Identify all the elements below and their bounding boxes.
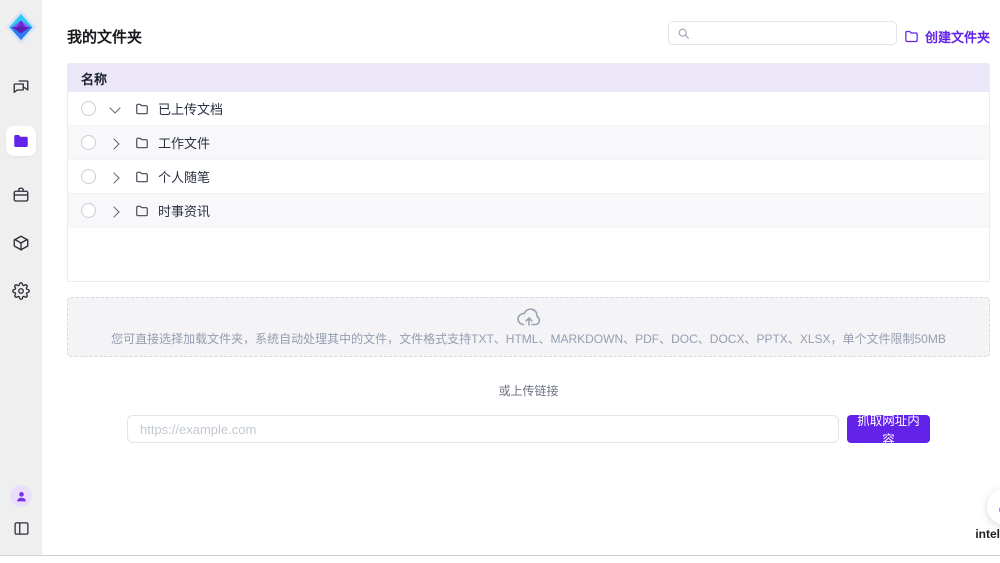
cloud-upload-icon <box>516 307 542 327</box>
folder-icon <box>904 29 919 44</box>
folder-icon <box>135 102 149 116</box>
intel-wordmark: intel <box>975 527 1000 541</box>
chevron-down-icon[interactable] <box>111 105 119 113</box>
name-column-header: 名称 <box>81 69 107 88</box>
folder-icon <box>135 136 149 150</box>
or-upload-link-label: 或上传链接 <box>67 382 990 399</box>
row-checkbox[interactable] <box>81 101 96 116</box>
person-icon <box>15 490 28 503</box>
search-box[interactable] <box>668 21 897 45</box>
folder-icon <box>135 170 149 184</box>
chevron-right-icon[interactable] <box>111 173 119 181</box>
fetch-url-button[interactable]: 抓取网址内容 <box>847 415 930 443</box>
create-folder-label: 创建文件夹 <box>925 27 990 46</box>
table-row[interactable]: 时事资讯 <box>68 194 989 228</box>
chat-icon[interactable] <box>12 78 30 96</box>
search-input[interactable] <box>696 25 896 41</box>
user-avatar[interactable] <box>10 485 32 507</box>
sidebar-nav <box>6 78 36 300</box>
folder-name[interactable]: 已上传文档 <box>158 99 223 118</box>
folder-table: 名称 已上传文档 工作文件 <box>67 63 990 282</box>
table-row[interactable]: 工作文件 <box>68 126 989 160</box>
folder-icon <box>135 204 149 218</box>
table-row[interactable]: 个人随笔 <box>68 160 989 194</box>
settings-gear-icon[interactable] <box>12 282 30 300</box>
upload-hint-text: 您可直接选择加载文件夹，系统自动处理其中的文件，文件格式支持TXT、HTML、M… <box>111 330 946 347</box>
chevron-right-icon[interactable] <box>111 139 119 147</box>
folder-name[interactable]: 工作文件 <box>158 133 210 152</box>
create-folder-button[interactable]: 创建文件夹 <box>904 27 990 46</box>
url-input[interactable] <box>127 415 839 443</box>
main-content: 我的文件夹 创建文件夹 名称 已上传文 <box>42 0 1000 555</box>
download-button[interactable] <box>987 488 1000 525</box>
page-title: 我的文件夹 <box>67 26 142 47</box>
table-row[interactable]: 已上传文档 <box>68 92 989 126</box>
folder-icon <box>12 132 30 150</box>
sidebar-bottom <box>10 485 32 537</box>
sidebar-item-folders[interactable] <box>6 126 36 156</box>
search-icon <box>677 27 690 40</box>
row-checkbox[interactable] <box>81 203 96 218</box>
intel-core-logo: intel core ultra <box>972 527 1000 559</box>
url-upload-row: 抓取网址内容 <box>67 415 990 443</box>
table-header: 名称 <box>68 64 989 92</box>
sidebar <box>0 0 42 555</box>
panel-toggle-icon[interactable] <box>12 519 30 537</box>
folder-name[interactable]: 时事资讯 <box>158 201 210 220</box>
app-window: 我的文件夹 创建文件夹 名称 已上传文 <box>0 0 1000 556</box>
upload-dropzone[interactable]: 您可直接选择加载文件夹，系统自动处理其中的文件，文件格式支持TXT、HTML、M… <box>67 297 990 357</box>
row-checkbox[interactable] <box>81 135 96 150</box>
cube-icon[interactable] <box>12 234 30 252</box>
chevron-right-icon[interactable] <box>111 207 119 215</box>
app-logo-icon <box>4 8 38 46</box>
row-checkbox[interactable] <box>81 169 96 184</box>
folder-name[interactable]: 个人随笔 <box>158 167 210 186</box>
briefcase-icon[interactable] <box>12 186 30 204</box>
